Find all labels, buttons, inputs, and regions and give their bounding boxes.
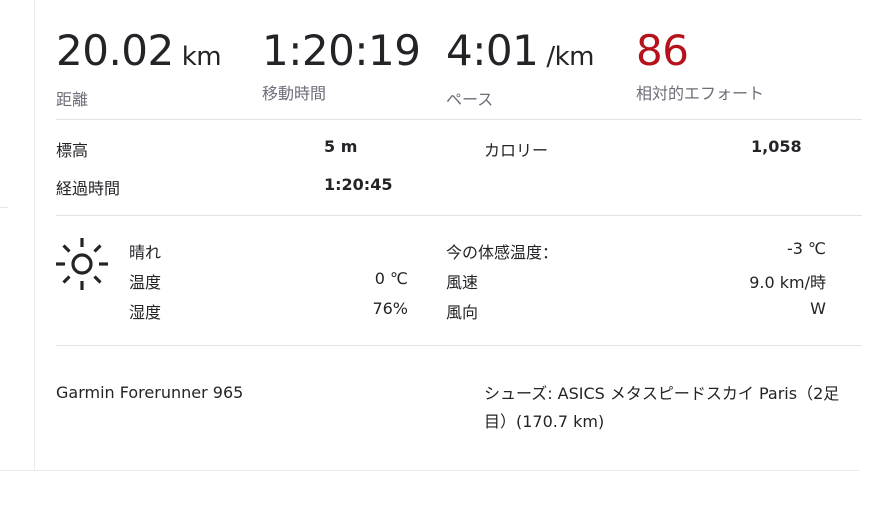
sun-icon [56,238,108,290]
stat-relative-effort[interactable]: 86 相対的エフォート [636,28,764,104]
distance-value: 20.02 [56,26,174,75]
stat-relative-effort-value-line: 86 [636,28,764,74]
stat-pace-value-line: 4:01/km [446,28,594,80]
elevation-label: 標高 [56,141,89,160]
pace-unit: /km [546,42,594,72]
feels-like-label: 今の体感温度： [446,243,559,262]
feels-like-value: -3 ℃ [786,239,826,258]
divider-2 [56,215,862,216]
device-name: Garmin Forerunner 965 [56,383,244,402]
elapsed-time-label: 経過時間 [56,179,121,198]
relative-effort-value: 86 [636,26,689,75]
divider-3 [56,345,862,346]
elevation-value: 5 m [324,137,358,156]
wind-speed-label: 風速 [446,273,479,292]
weather-condition: 晴れ [129,243,162,262]
humidity-value: 76% [372,299,408,318]
distance-label: 距離 [56,90,89,109]
left-tick [0,207,8,208]
stat-moving-time: 1:20:19 移動時間 [262,26,421,104]
wind-direction-value: W [810,299,826,318]
wind-direction-label: 風向 [446,303,479,322]
stat-distance-value-line: 20.02 km [56,26,222,80]
calories-label: カロリー [484,141,549,160]
calories-value: 1,058 [751,137,802,156]
wind-speed-value: 9.0 km/時 [749,273,826,292]
panel-left-border [34,0,35,470]
temperature-label: 温度 [129,273,162,292]
pace-value: 4:01 [446,26,539,75]
moving-time-label: 移動時間 [262,84,327,103]
shoe-info[interactable]: シューズ: ASICS メタスピードスカイ Paris（2足目）(170.7 k… [484,380,854,436]
divider-1 [56,119,862,120]
bottom-border [0,470,860,471]
stat-moving-time-value-line: 1:20:19 [262,26,421,75]
elapsed-time-value: 1:20:45 [324,175,393,194]
moving-time-value: 1:20:19 [262,26,421,75]
distance-unit: km [181,42,222,72]
relative-effort-label: 相対的エフォート [636,84,765,103]
pace-label: ペース [446,90,494,109]
stat-distance: 20.02 km 距離 [56,26,222,110]
stat-pace: 4:01/km ペース [446,28,594,110]
humidity-label: 湿度 [129,303,162,322]
temperature-value: 0 ℃ [374,269,408,288]
